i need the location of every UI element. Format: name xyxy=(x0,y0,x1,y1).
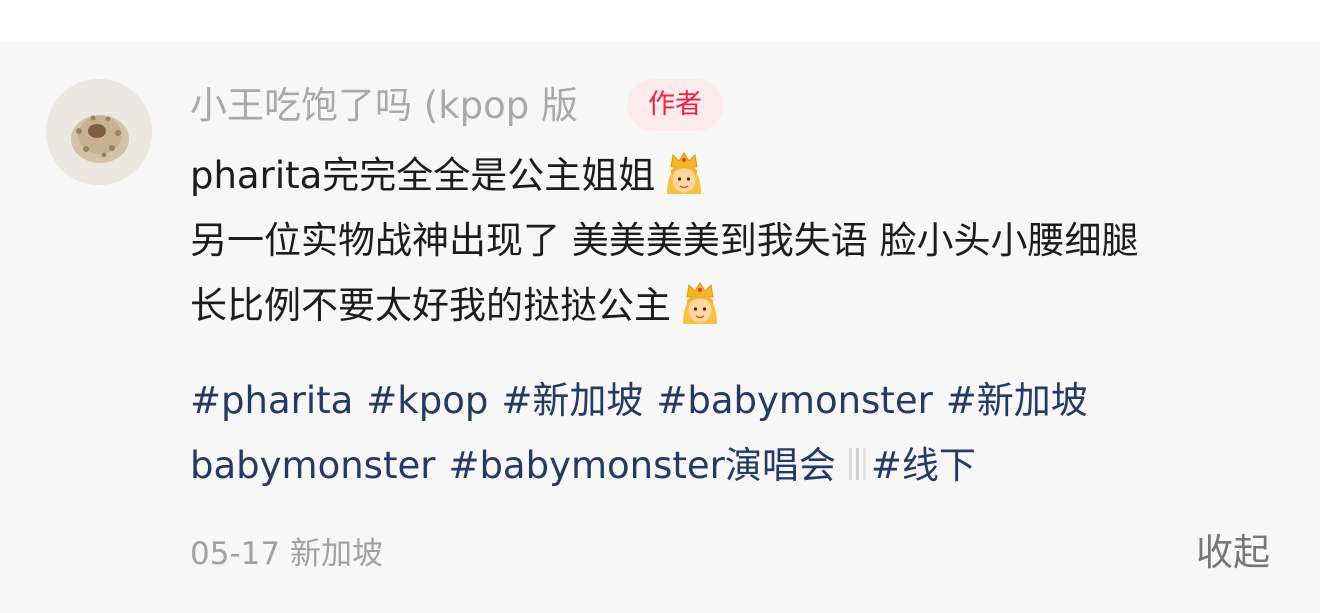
text-cursor-icon xyxy=(848,448,866,480)
comment-date: 05-17 xyxy=(190,536,281,572)
hashtag-link[interactable]: #新加坡 xyxy=(501,379,643,422)
hashtag-link[interactable]: #新加坡 xyxy=(946,379,1088,422)
comment-meta: 05-17 新加坡 xyxy=(190,532,383,576)
top-strip xyxy=(0,0,1320,42)
avatar[interactable] xyxy=(46,79,152,185)
hashtag-link[interactable]: #kpop xyxy=(366,379,488,422)
capybara-avatar-image xyxy=(46,79,152,185)
comment-text: pharita完完全全是公主姐姐 xyxy=(190,154,656,197)
princess-emoji-icon xyxy=(667,152,702,194)
hashtag-link[interactable]: #pharita xyxy=(190,379,353,422)
comment-text: 长比例不要太好我的挞挞公主 xyxy=(190,284,671,327)
comment-card: 小王吃饱了吗 (kpop 版 作者 pharita完完全全是公主姐姐 另一位实物… xyxy=(0,42,1320,613)
hashtag-link[interactable]: #babymonster xyxy=(656,379,932,422)
hashtag-link[interactable]: #线下 xyxy=(871,444,976,487)
hashtag-line: #pharita #kpop #新加坡 #babymonster #新加坡 xyxy=(190,375,1088,427)
collapse-button[interactable]: 收起 xyxy=(1196,527,1270,579)
author-badge: 作者 xyxy=(627,79,723,131)
username[interactable]: 小王吃饱了吗 (kpop 版 xyxy=(190,80,578,132)
hashtag-link[interactable]: babymonster xyxy=(190,444,435,487)
comment-line: 另一位实物战神出现了 美美美美到我失语 脸小头小腰细腿 xyxy=(190,219,1139,262)
comment-location: 新加坡 xyxy=(289,536,383,572)
hashtag-link[interactable]: #babymonster演唱会 xyxy=(448,444,835,487)
hashtag-line: babymonster #babymonster演唱会 #线下 xyxy=(190,440,976,492)
comment-line: 长比例不要太好我的挞挞公主 xyxy=(190,280,723,332)
comment-line: pharita完完全全是公主姐姐 xyxy=(190,150,707,202)
princess-emoji-icon xyxy=(683,282,717,324)
